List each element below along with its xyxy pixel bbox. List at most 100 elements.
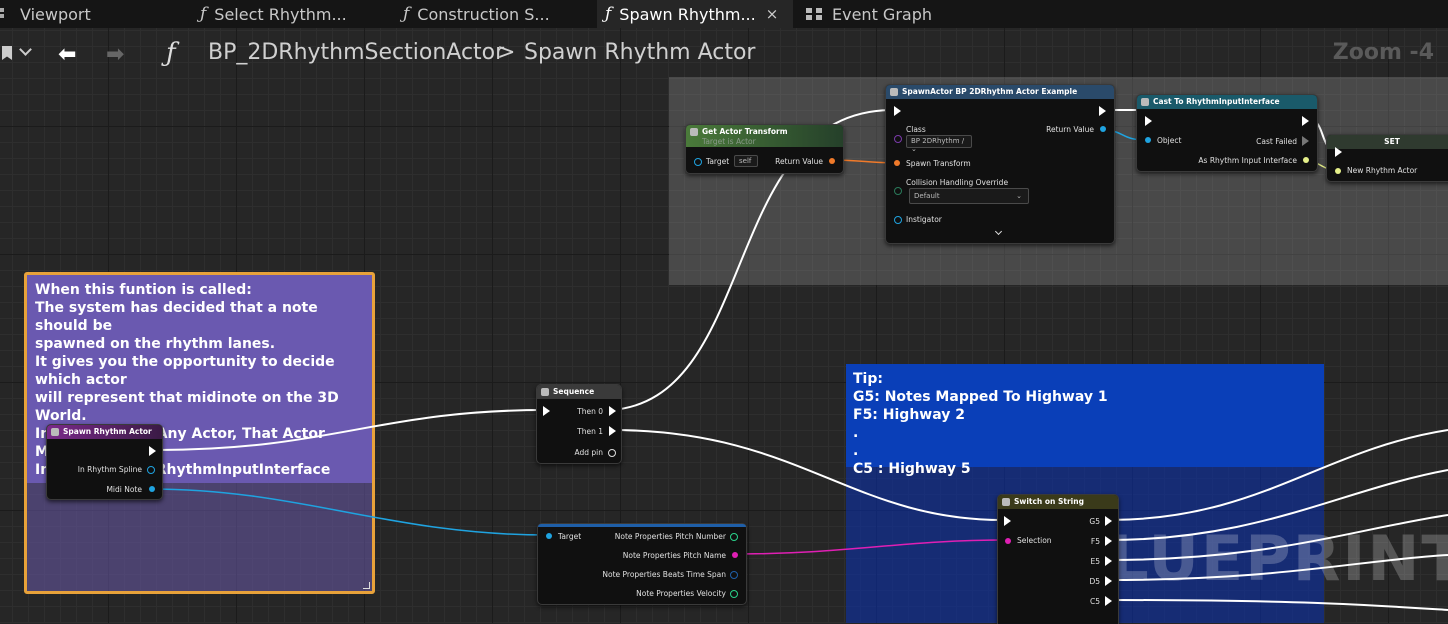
node-spawn-rhythm-actor-entry[interactable]: Spawn Rhythm Actor In Rhythm Spline Midi… xyxy=(46,424,163,500)
chevron-down-icon[interactable] xyxy=(19,43,32,56)
case-g5-pin[interactable] xyxy=(1105,516,1112,526)
node-break-note-properties[interactable]: Target Note Properties Pitch Number Note… xyxy=(537,523,747,605)
pin-label: In Rhythm Spline xyxy=(77,465,142,474)
pitch-name-pin[interactable] xyxy=(732,552,738,558)
exec-out-pin[interactable] xyxy=(1302,116,1309,126)
node-header: Spawn Rhythm Actor xyxy=(47,425,162,439)
node-switch-on-string[interactable]: Switch on String Selection G5 F5 E5 D5 C… xyxy=(997,494,1119,624)
switch-icon xyxy=(1002,498,1010,506)
pin-label: New Rhythm Actor xyxy=(1347,166,1418,175)
node-header: Cast To RhythmInputInterface xyxy=(1137,95,1317,109)
chevron-down-icon: ⌄ xyxy=(1016,192,1022,200)
pin-label: Instigator xyxy=(906,215,942,224)
case-d5-pin[interactable] xyxy=(1105,576,1112,586)
class-dropdown[interactable]: BP 2DRhythm / ⌄ xyxy=(906,135,972,153)
node-header: Get Actor Transform Target is Actor xyxy=(686,125,843,147)
exec-out-pin[interactable] xyxy=(149,446,156,456)
then-0-pin[interactable] xyxy=(609,406,616,416)
pin-label: Note Properties Velocity xyxy=(636,589,726,598)
exec-out-pin[interactable] xyxy=(1099,106,1106,116)
node-header: Sequence xyxy=(537,385,621,399)
bookmark-icon[interactable] xyxy=(2,46,12,60)
exec-in-pin[interactable] xyxy=(894,106,901,116)
exec-in-pin[interactable] xyxy=(1004,516,1011,526)
back-arrow-icon[interactable]: ⬅ xyxy=(58,42,76,67)
exec-wire xyxy=(1107,469,1448,541)
node-sequence[interactable]: Sequence Then 0 Then 1 Add pin xyxy=(536,384,622,464)
function-icon xyxy=(690,128,698,136)
pin-label: Cast Failed xyxy=(1256,137,1297,146)
pin-label: Note Properties Beats Time Span xyxy=(602,570,726,579)
case-e5-pin[interactable] xyxy=(1105,556,1112,566)
exec-wire xyxy=(1107,599,1448,611)
sequence-icon xyxy=(541,388,549,396)
new-rhythm-actor-pin[interactable] xyxy=(1335,168,1341,174)
add-pin-icon[interactable] xyxy=(608,449,616,457)
pin-label: Spawn Transform xyxy=(906,159,971,168)
pitch-number-pin[interactable] xyxy=(730,533,738,541)
exec-wire xyxy=(610,429,1004,521)
object-pin[interactable] xyxy=(1145,137,1151,143)
pin-label: Then 1 xyxy=(577,427,603,436)
breadcrumb-blueprint[interactable]: BP_2DRhythmSectionActor xyxy=(208,40,504,65)
node-spawn-actor[interactable]: SpawnActor BP 2DRhythm Actor Example Cla… xyxy=(885,84,1115,244)
collision-pin[interactable] xyxy=(894,187,902,195)
pin-label: Then 0 xyxy=(577,407,603,416)
pin-label: F5 xyxy=(1090,537,1100,546)
pin-label: Return Value xyxy=(1046,125,1094,134)
class-pin[interactable] xyxy=(894,135,902,143)
node-cast-to-rhythm-input-interface[interactable]: Cast To RhythmInputInterface Object Cast… xyxy=(1136,94,1318,172)
object-wire xyxy=(149,488,548,536)
instigator-pin[interactable] xyxy=(894,216,902,224)
add-pin-label[interactable]: Add pin xyxy=(574,448,603,457)
as-interface-pin[interactable] xyxy=(1303,157,1309,163)
breadcrumb-function: Spawn Rhythm Actor xyxy=(524,40,756,65)
target-pin[interactable] xyxy=(546,533,552,539)
pin-label: Class xyxy=(906,125,926,134)
case-c5-pin[interactable] xyxy=(1105,596,1112,606)
chevron-down-icon: ⌄ xyxy=(911,145,917,153)
function-entry-icon xyxy=(51,428,59,436)
node-header: Switch on String xyxy=(998,495,1118,509)
pin-label: Target xyxy=(706,157,730,166)
exec-in-pin[interactable] xyxy=(1145,116,1152,126)
pin-label: As Rhythm Input Interface xyxy=(1198,156,1297,165)
pin-label: Midi Note xyxy=(106,485,142,494)
in-rhythm-spline-pin[interactable] xyxy=(147,466,155,474)
collision-dropdown[interactable]: Default ⌄ xyxy=(909,188,1029,204)
then-1-pin[interactable] xyxy=(609,426,616,436)
pin-label: Target xyxy=(558,532,582,541)
midi-note-pin[interactable] xyxy=(149,486,155,492)
spawn-transform-pin[interactable] xyxy=(894,160,900,166)
pin-label: Return Value xyxy=(775,157,823,166)
pin-label: C5 xyxy=(1089,597,1100,606)
cast-failed-pin[interactable] xyxy=(1302,136,1309,146)
target-self-field[interactable]: self xyxy=(734,155,758,167)
return-value-pin[interactable] xyxy=(1100,126,1106,132)
exec-wire xyxy=(157,409,546,451)
case-f5-pin[interactable] xyxy=(1105,536,1112,546)
function-icon: ƒ xyxy=(166,38,176,68)
node-get-actor-transform[interactable]: Get Actor Transform Target is Actor Targ… xyxy=(685,124,844,174)
pin-label: D5 xyxy=(1089,577,1100,586)
spawn-icon xyxy=(890,88,898,96)
pin-label: Collision Handling Override xyxy=(906,178,1009,187)
zoom-level: Zoom -4 xyxy=(1332,40,1434,65)
node-set-variable[interactable]: SET New Rhythm Actor xyxy=(1326,134,1448,182)
exec-wire xyxy=(1107,429,1448,521)
beats-time-span-pin[interactable] xyxy=(730,571,738,579)
node-header: SET xyxy=(1327,135,1448,149)
target-pin[interactable] xyxy=(694,158,702,166)
selection-pin[interactable] xyxy=(1005,538,1011,544)
pin-label: Object xyxy=(1157,136,1182,145)
pin-label: G5 xyxy=(1089,517,1100,526)
exec-in-pin[interactable] xyxy=(543,406,550,416)
chevron-down-icon[interactable] xyxy=(994,227,1003,236)
exec-in-pin[interactable] xyxy=(1335,147,1342,157)
return-value-pin[interactable] xyxy=(829,158,835,164)
pin-label: Note Properties Pitch Number xyxy=(614,532,726,541)
velocity-pin[interactable] xyxy=(730,590,738,598)
node-header: SpawnActor BP 2DRhythm Actor Example xyxy=(886,85,1114,99)
breadcrumb-separator: > xyxy=(497,40,516,65)
forward-arrow-icon[interactable]: ➡ xyxy=(106,42,124,67)
